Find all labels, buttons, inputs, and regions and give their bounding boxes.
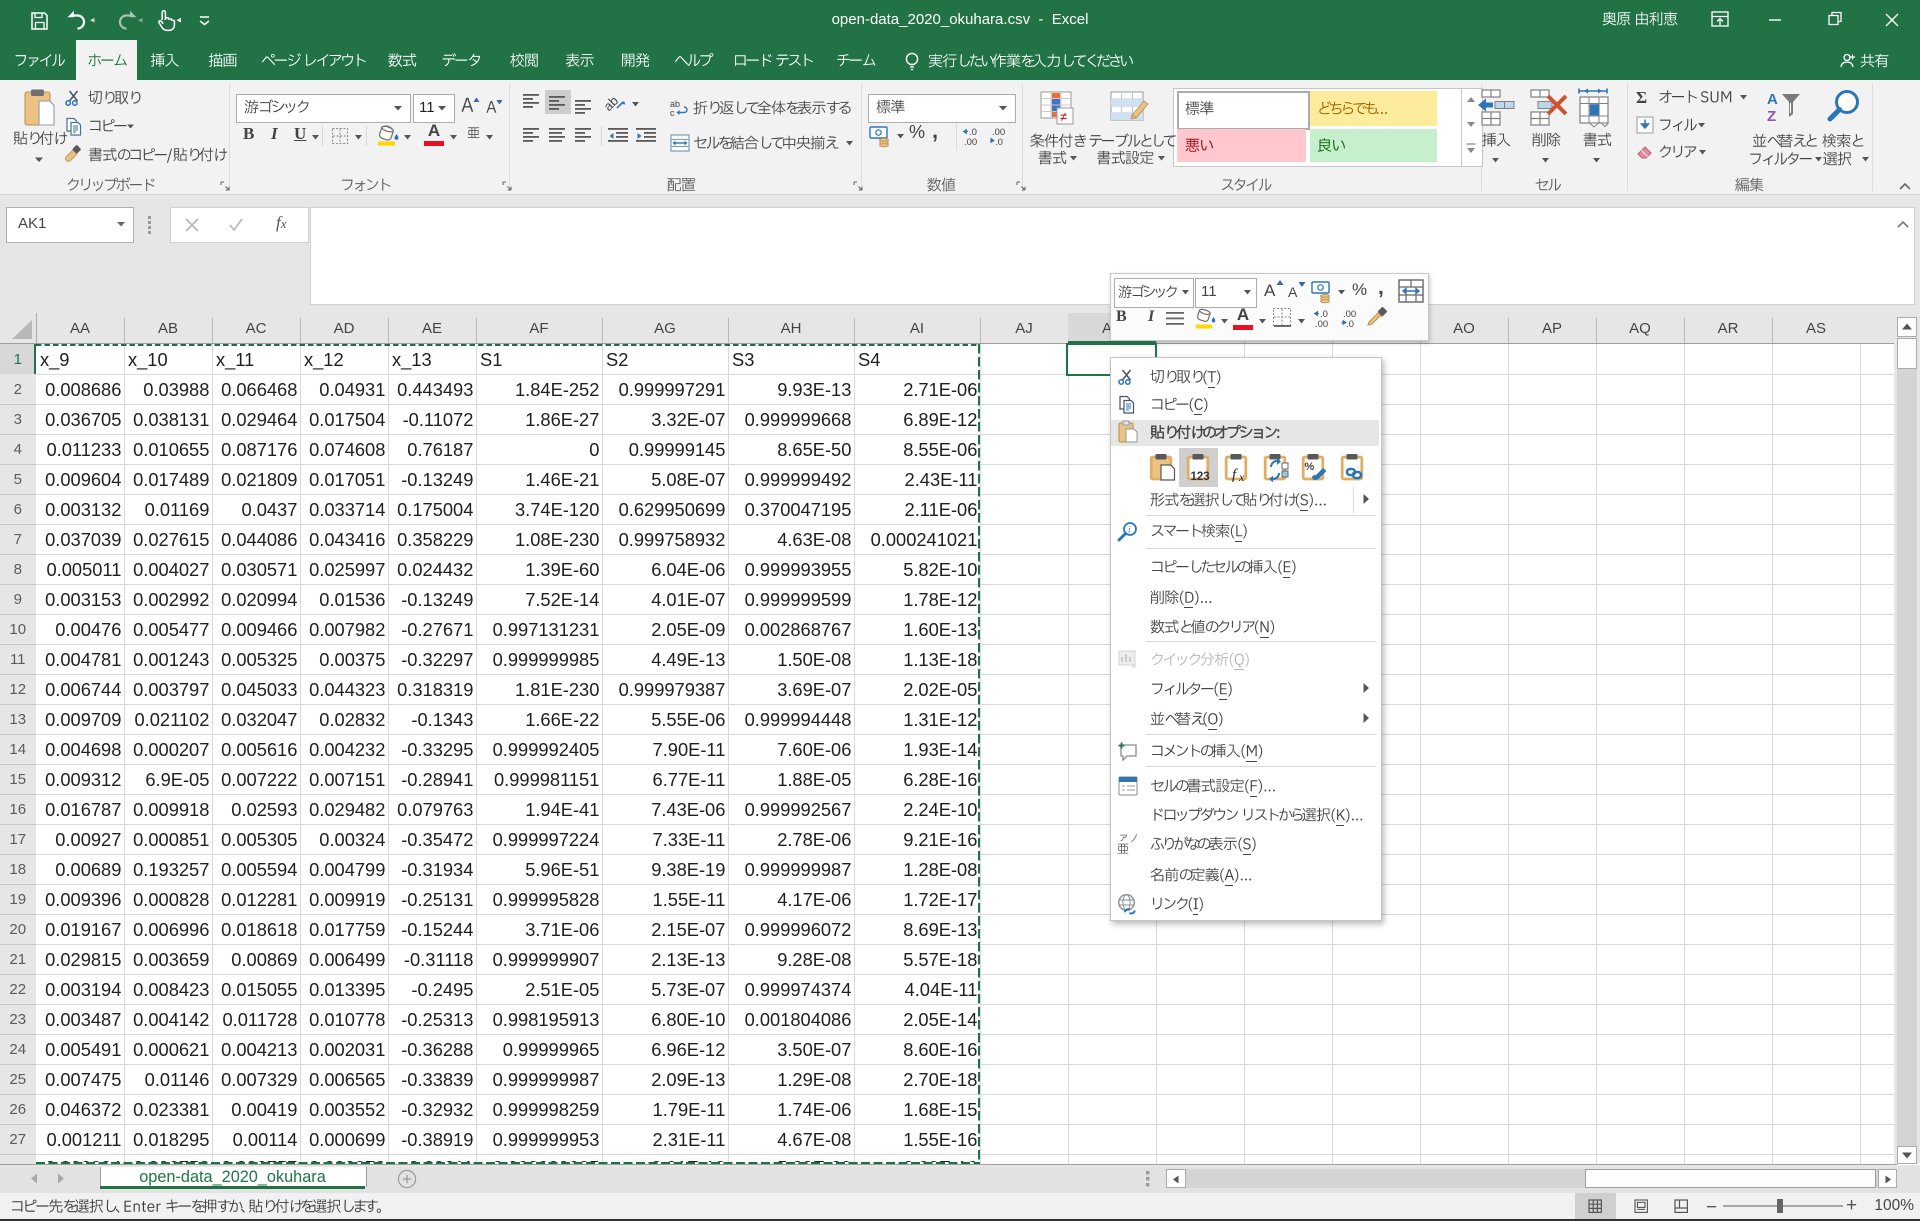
svg-text:x: x	[1238, 470, 1245, 482]
svg-text:≠: ≠	[1060, 109, 1067, 124]
svg-text:%: %	[1305, 461, 1315, 473]
svg-text:Z: Z	[1767, 108, 1776, 125]
svg-text:.0: .0	[1346, 319, 1354, 328]
svg-text:.0: .0	[995, 137, 1003, 146]
svg-text:c: c	[670, 108, 675, 117]
svg-text:ab: ab	[603, 93, 621, 114]
svg-text:.00: .00	[1315, 319, 1328, 328]
svg-text:A: A	[1767, 91, 1778, 108]
svg-text:123: 123	[1191, 471, 1210, 482]
svg-text:.00: .00	[964, 137, 977, 146]
